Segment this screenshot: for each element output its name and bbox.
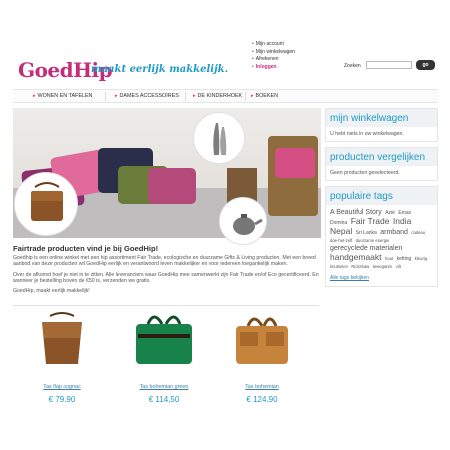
tag-link[interactable]: cadeau bbox=[411, 230, 425, 235]
tag-link[interactable]: gerecyclede materialen bbox=[330, 245, 402, 252]
bag-icon bbox=[236, 317, 288, 364]
product-image[interactable] bbox=[22, 308, 102, 372]
sidebar: mijn winkelwagen U hebt niets in uw wink… bbox=[325, 108, 438, 292]
arrow-icon: ▸ bbox=[251, 93, 254, 99]
product-image[interactable] bbox=[222, 308, 302, 372]
arrow-icon: ▸ bbox=[33, 93, 36, 99]
divider bbox=[13, 305, 319, 306]
tag-cloud: A Beautiful Story Azië Emax Domina Fair … bbox=[326, 205, 437, 286]
search-input[interactable] bbox=[366, 61, 412, 69]
main-nav: ▸ WONEN EN TAFELEN ▸ DAMES ACCESSOIRES ▸ DE… bbox=[13, 89, 438, 103]
bag-product-circle[interactable] bbox=[14, 172, 78, 236]
search-button[interactable]: go bbox=[416, 60, 435, 70]
intro-title: Fairtrade producten vind je bij GoedHip! bbox=[13, 244, 159, 253]
compare-text: Geen producten geselecteerd. bbox=[330, 170, 400, 176]
tag-link[interactable]: tweegaren bbox=[373, 264, 393, 269]
teapot-product-circle[interactable] bbox=[219, 197, 267, 245]
tags-title: populaire tags bbox=[326, 187, 437, 205]
all-tags-link[interactable]: Alle tags bekijken bbox=[330, 274, 431, 282]
product-price: € 124.90 bbox=[246, 395, 278, 404]
login-link[interactable]: Inloggen bbox=[256, 64, 277, 70]
teapot-icon bbox=[233, 214, 263, 235]
tag-link[interactable]: hout bbox=[385, 256, 393, 261]
vase-icon bbox=[213, 123, 227, 155]
tag-link[interactable]: Rickshaw bbox=[351, 264, 369, 269]
tag-link[interactable]: handgemaakt bbox=[330, 252, 382, 262]
tag-link[interactable]: ketting bbox=[397, 256, 412, 262]
tags-box: populaire tags A Beautiful Story Azië Em… bbox=[325, 186, 438, 287]
my-account-link[interactable]: Mijn account bbox=[256, 41, 284, 47]
tag-link[interactable]: armband bbox=[380, 229, 408, 236]
tag-link[interactable]: Fair Trade bbox=[351, 216, 390, 226]
cart-box: mijn winkelwagen U hebt niets in uw wink… bbox=[325, 108, 438, 142]
intro-section: Fairtrade producten vind je bij GoedHip!… bbox=[13, 244, 319, 298]
nav-item-dames[interactable]: ▸ DAMES ACCESSOIRES bbox=[115, 93, 179, 99]
product-price: € 114,50 bbox=[148, 395, 180, 404]
tag-link[interactable]: knutselen bbox=[330, 264, 348, 269]
my-cart-link[interactable]: Mijn winkelwagen bbox=[256, 49, 295, 55]
product-card: Tas flap cognac € 79.90 bbox=[22, 308, 102, 404]
hero-cushion bbox=[275, 148, 315, 178]
bag-icon bbox=[42, 312, 82, 364]
product-card: Tas bohemian € 124.90 bbox=[222, 308, 302, 404]
intro-paragraph: Over de afkomst hoef je niet in te zitte… bbox=[13, 271, 319, 284]
product-image[interactable] bbox=[124, 308, 204, 372]
product-name-link[interactable]: Tas bohemian green bbox=[124, 384, 204, 390]
tag-link[interactable]: Sri Lanka bbox=[356, 230, 377, 236]
search-label: Zoeken bbox=[344, 63, 361, 69]
intro-paragraph: GoedHip, maakt eerlijk makkelijk! bbox=[13, 288, 90, 295]
nav-item-kinderhoek[interactable]: ▸ DE KINDERHOEK bbox=[193, 93, 242, 99]
intro-paragraph: Goedhip is een online winkel met een hip… bbox=[13, 255, 316, 268]
checkout-link[interactable]: Afrekenen bbox=[256, 56, 279, 62]
tag-link[interactable]: A Beautiful Story bbox=[330, 209, 382, 216]
bag-icon bbox=[136, 315, 192, 364]
tag-link[interactable]: kleurig bbox=[415, 256, 427, 261]
arrow-icon: ▸ bbox=[193, 93, 196, 99]
arrow-icon: ▸ bbox=[115, 93, 118, 99]
product-card: Tas bohemian green € 114,50 bbox=[124, 308, 204, 404]
product-name-link[interactable]: Tas flap cognac bbox=[22, 384, 102, 390]
tag-link[interactable]: vilt bbox=[396, 264, 401, 269]
tag-link[interactable]: Nepal bbox=[330, 226, 352, 236]
tag-link[interactable]: doe-het-zelf bbox=[330, 238, 352, 243]
nav-item-boeken[interactable]: ▸ BOEKEN bbox=[251, 93, 278, 99]
product-price: € 79.90 bbox=[48, 395, 76, 404]
tag-link[interactable]: duurzame energie bbox=[356, 238, 390, 243]
compare-title: producten vergelijken bbox=[326, 148, 437, 166]
cart-title: mijn winkelwagen bbox=[326, 109, 437, 127]
cart-text: U hebt niets in uw winkelwagen. bbox=[330, 131, 404, 137]
nav-item-wonen[interactable]: ▸ WONEN EN TAFELEN bbox=[33, 93, 92, 99]
compare-box: producten vergelijken Geen producten ges… bbox=[325, 147, 438, 181]
top-links: • Mijn account • Mijn winkelwagen • Afreken… bbox=[252, 41, 295, 70]
tag-link[interactable]: India bbox=[393, 216, 411, 226]
vase-product-circle[interactable] bbox=[193, 112, 245, 164]
hero-pillow bbox=[148, 168, 196, 204]
bag-icon bbox=[31, 182, 63, 221]
tagline: maakt eerlijk makkelijk. bbox=[91, 64, 229, 75]
product-name-link[interactable]: Tas bohemian bbox=[222, 384, 302, 390]
